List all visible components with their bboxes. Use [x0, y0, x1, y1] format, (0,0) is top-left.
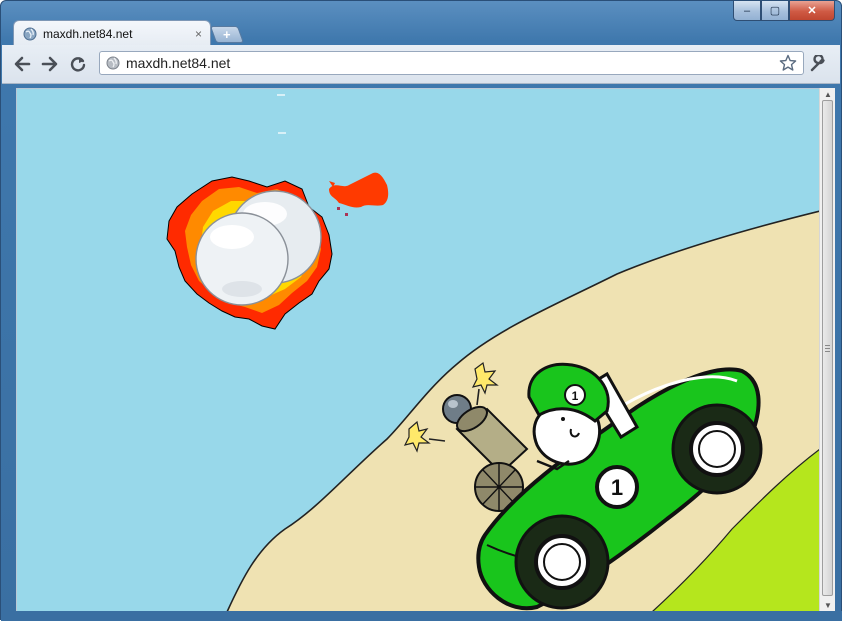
- address-bar[interactable]: maxdh.net84.net: [99, 51, 804, 75]
- helmet-number: 1: [572, 389, 579, 403]
- cannonball-shine: [448, 400, 458, 408]
- vertical-scrollbar[interactable]: ▲ ▼: [819, 88, 835, 611]
- tab-title: maxdh.net84.net: [43, 26, 133, 41]
- scroll-grip-icon: [825, 345, 830, 353]
- globe-icon: [23, 27, 37, 41]
- globe-icon: [106, 56, 120, 70]
- back-arrow-icon[interactable]: [12, 54, 32, 74]
- plus-icon: +: [223, 27, 231, 42]
- car-number: 1: [611, 475, 623, 500]
- scroll-up-arrow[interactable]: ▲: [823, 89, 833, 99]
- browser-window: – ▢ ✕ maxdh.net84.net × + maxdh.net84.ne…: [0, 0, 842, 621]
- tab-close-icon[interactable]: ×: [195, 27, 202, 41]
- scroll-thumb[interactable]: [822, 100, 833, 596]
- reload-icon[interactable]: [68, 54, 88, 74]
- bookmark-star-icon[interactable]: [779, 54, 797, 72]
- window-controls: – ▢ ✕: [733, 1, 835, 21]
- title-bar: – ▢ ✕ maxdh.net84.net × +: [1, 1, 841, 46]
- wrench-icon[interactable]: [808, 54, 828, 74]
- minimize-button[interactable]: –: [733, 1, 761, 21]
- scroll-down-arrow[interactable]: ▼: [823, 600, 833, 610]
- toolbar: maxdh.net84.net: [2, 45, 840, 84]
- maximize-button[interactable]: ▢: [761, 1, 789, 21]
- close-window-button[interactable]: ✕: [789, 1, 835, 21]
- game-canvas[interactable]: 1 1: [16, 88, 821, 613]
- new-tab-button[interactable]: +: [209, 26, 245, 43]
- url-text: maxdh.net84.net: [126, 55, 231, 71]
- forward-arrow-icon[interactable]: [40, 54, 60, 74]
- tab-active[interactable]: maxdh.net84.net ×: [13, 20, 211, 46]
